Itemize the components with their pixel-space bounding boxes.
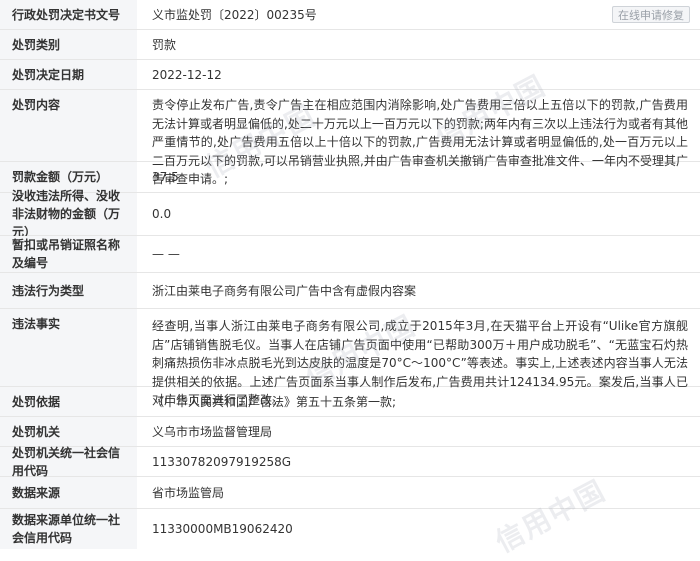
value-decision-number: 义市监处罚〔2022〕00235号: [152, 8, 317, 22]
row-source-credit-code: 数据来源单位统一社会信用代码 11330000MB19062420: [0, 509, 700, 549]
label-violation-facts: 违法事实: [0, 309, 137, 386]
label-penalty-authority: 处罚机关: [0, 417, 137, 446]
row-penalty-authority: 处罚机关 义乌市市场监督管理局: [0, 417, 700, 447]
value-penalty-category: 罚款: [152, 38, 177, 52]
label-confiscation-amount: 没收违法所得、没收非法财物的金额（万元）: [0, 189, 137, 239]
value-decision-date: 2022-12-12: [152, 67, 222, 82]
value-data-source: 省市场监管局: [152, 486, 225, 500]
row-penalty-content: 处罚内容 责令停止发布广告,责令广告主在相应范围内消除影响,处广告费用三倍以上五…: [0, 90, 700, 186]
label-penalty-category: 处罚类别: [0, 30, 137, 59]
value-penalty-authority: 义乌市市场监督管理局: [152, 425, 273, 439]
row-decision-number: 行政处罚决定书文号 义市监处罚〔2022〕00235号 在线申请修复: [0, 0, 700, 30]
value-license-revocation: — —: [152, 247, 180, 261]
row-violation-facts: 违法事实 经查明,当事人浙江由莱电子商务有限公司,成立于2015年3月,在天猫平…: [0, 309, 700, 407]
value-violation-facts: 经查明,当事人浙江由莱电子商务有限公司,成立于2015年3月,在天猫平台上开设有…: [152, 319, 688, 407]
label-license-revocation: 暂扣或吊销证照名称及编号: [0, 236, 137, 272]
label-penalty-content: 处罚内容: [0, 90, 137, 161]
row-decision-date: 处罚决定日期 2022-12-12: [0, 60, 700, 90]
label-authority-credit-code: 处罚机关统一社会信用代码: [0, 446, 137, 478]
row-license-revocation: 暂扣或吊销证照名称及编号 — —: [0, 236, 700, 273]
label-penalty-basis: 处罚依据: [0, 387, 137, 416]
value-penalty-basis: 《中华人民共和国广告法》第五十五条第一款;: [152, 395, 397, 409]
row-data-source: 数据来源 省市场监管局: [0, 477, 700, 509]
row-confiscation-amount: 没收违法所得、没收非法财物的金额（万元） 0.0: [0, 189, 700, 239]
label-decision-number: 行政处罚决定书文号: [0, 0, 137, 29]
row-penalty-basis: 处罚依据 《中华人民共和国广告法》第五十五条第一款;: [0, 387, 700, 417]
label-data-source: 数据来源: [0, 477, 137, 508]
value-source-credit-code: 11330000MB19062420: [152, 522, 293, 536]
row-authority-credit-code: 处罚机关统一社会信用代码 11330782097919258G: [0, 446, 700, 478]
online-repair-button[interactable]: 在线申请修复: [612, 6, 690, 23]
value-confiscation-amount: 0.0: [152, 207, 172, 221]
value-fine-amount: 37.5: [152, 170, 179, 184]
value-violation-type: 浙江由莱电子商务有限公司广告中含有虚假内容案: [152, 284, 417, 298]
label-source-credit-code: 数据来源单位统一社会信用代码: [0, 509, 137, 549]
value-authority-credit-code: 11330782097919258G: [152, 454, 292, 469]
row-violation-type: 违法行为类型 浙江由莱电子商务有限公司广告中含有虚假内容案: [0, 273, 700, 309]
value-penalty-content: 责令停止发布广告,责令广告主在相应范围内消除影响,处广告费用三倍以上五倍以下的罚…: [152, 98, 688, 186]
label-violation-type: 违法行为类型: [0, 273, 137, 308]
label-decision-date: 处罚决定日期: [0, 60, 137, 89]
row-penalty-category: 处罚类别 罚款: [0, 30, 700, 60]
